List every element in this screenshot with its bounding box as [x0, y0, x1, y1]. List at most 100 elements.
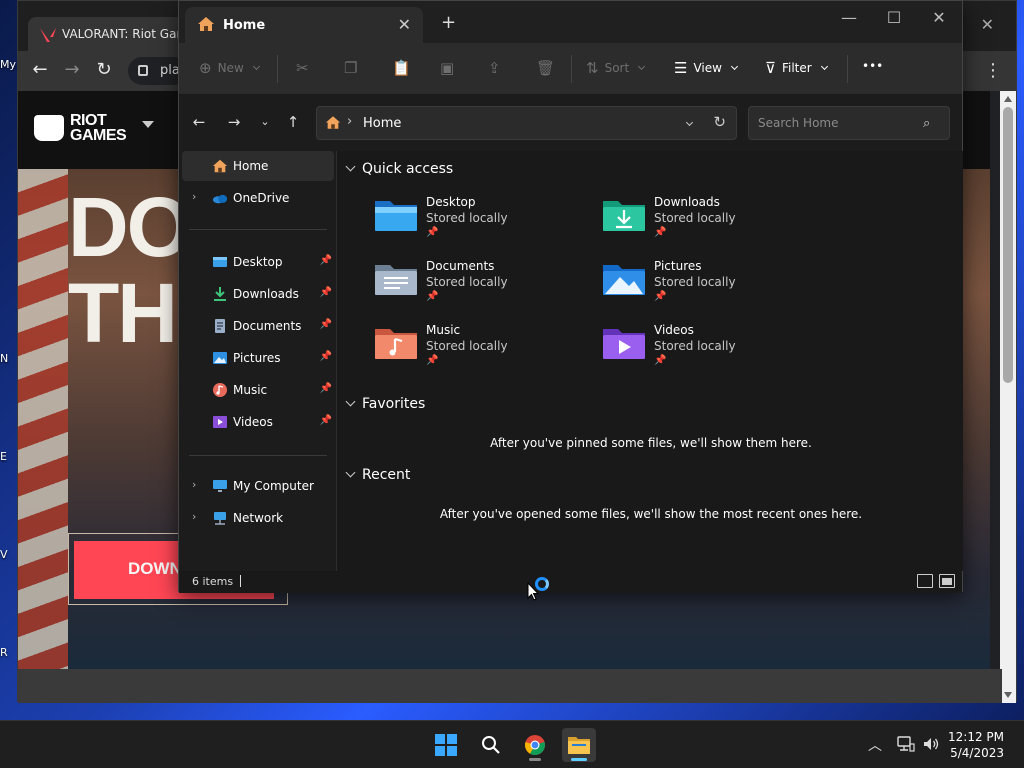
- pin-icon[interactable]: 📌: [320, 255, 332, 266]
- back-icon[interactable]: ←: [189, 113, 209, 131]
- scrollbar-thumb[interactable]: [1003, 107, 1013, 383]
- quick-access-header[interactable]: Quick access: [345, 161, 453, 177]
- browser-menu-icon[interactable]: ⋮: [984, 60, 1002, 81]
- collapse-chevron-icon[interactable]: [345, 467, 356, 478]
- quick-access-pictures[interactable]: Pictures Stored locally 📌: [602, 259, 802, 315]
- pin-icon[interactable]: 📌: [320, 319, 332, 330]
- browser-scrollbar[interactable]: [1000, 91, 1016, 703]
- copy-button[interactable]: ❐: [344, 59, 357, 77]
- file-explorer-taskbar-button[interactable]: [562, 728, 596, 762]
- sidebar-item-desktop[interactable]: Desktop 📌: [182, 247, 334, 277]
- search-icon[interactable]: ⌕: [923, 116, 930, 131]
- riot-games-logo[interactable]: RIOT GAMES: [34, 113, 127, 144]
- sort-button[interactable]: ⇅ Sort: [586, 59, 646, 77]
- sidebar-item-videos[interactable]: Videos 📌: [182, 407, 334, 437]
- tiles-view-icon[interactable]: [939, 574, 955, 588]
- scroll-down-icon[interactable]: [1004, 692, 1012, 698]
- quick-access-videos[interactable]: Videos Stored locally 📌: [602, 323, 802, 379]
- sidebar-item-label: Home: [233, 159, 269, 173]
- chrome-icon: [525, 735, 545, 756]
- breadcrumb-home[interactable]: Home: [363, 116, 401, 131]
- valorant-logo-icon: [40, 28, 56, 42]
- pin-icon: 📌: [426, 227, 439, 238]
- address-bar[interactable]: › Home ↻: [316, 106, 737, 140]
- scroll-up-icon[interactable]: [1004, 96, 1012, 102]
- collapse-chevron-icon[interactable]: [345, 161, 356, 172]
- quick-access-music[interactable]: Music Stored locally 📌: [374, 323, 574, 379]
- sidebar-item-my-computer[interactable]: › My Computer: [182, 471, 334, 501]
- browser-back-icon[interactable]: ←: [28, 59, 52, 80]
- start-button[interactable]: [429, 728, 463, 762]
- delete-button[interactable]: 🗑: [536, 59, 555, 77]
- computer-icon: [213, 480, 227, 492]
- forward-icon[interactable]: →: [224, 113, 244, 131]
- up-icon[interactable]: ↑: [283, 113, 303, 131]
- desktop-label-fragment[interactable]: R: [0, 646, 8, 659]
- minimize-icon[interactable]: —: [834, 8, 864, 27]
- desktop-label-fragment[interactable]: E: [0, 450, 7, 463]
- riot-menu-caret-icon[interactable]: [142, 121, 154, 128]
- sidebar-item-label: My Computer: [233, 479, 314, 493]
- videos-icon: [213, 416, 227, 428]
- system-clock[interactable]: 12:12 PM 5/4/2023: [948, 729, 1004, 761]
- desktop-label-fragment[interactable]: My: [0, 58, 16, 71]
- filter-button[interactable]: ⊽ Filter: [765, 59, 828, 77]
- new-tab-icon[interactable]: +: [441, 12, 456, 33]
- favorites-header[interactable]: Favorites: [345, 396, 425, 412]
- desktop-label-fragment[interactable]: N: [0, 352, 8, 365]
- more-options-button[interactable]: •••: [862, 59, 883, 73]
- quick-access-desktop[interactable]: Desktop Stored locally 📌: [374, 195, 574, 251]
- sidebar-item-pictures[interactable]: Pictures 📌: [182, 343, 334, 373]
- browser-close-icon[interactable]: ✕: [981, 15, 994, 34]
- recent-locations-icon[interactable]: ⌄: [255, 115, 275, 128]
- sidebar-item-downloads[interactable]: Downloads 📌: [182, 279, 334, 309]
- address-dropdown-icon[interactable]: [683, 114, 694, 128]
- details-view-icon[interactable]: [917, 574, 933, 588]
- maximize-icon[interactable]: ☐: [879, 8, 909, 27]
- breadcrumb-chevron-icon[interactable]: ›: [347, 114, 352, 129]
- search-input[interactable]: [748, 106, 950, 140]
- quick-access-documents[interactable]: Documents Stored locally 📌: [374, 259, 574, 315]
- expand-chevron-icon[interactable]: ›: [192, 190, 196, 203]
- refresh-icon[interactable]: ↻: [713, 113, 726, 131]
- rename-button[interactable]: ▣: [440, 59, 454, 77]
- pin-icon[interactable]: 📌: [320, 351, 332, 362]
- expand-chevron-icon[interactable]: ›: [192, 510, 196, 523]
- close-icon[interactable]: ✕: [924, 8, 954, 27]
- desktop-folder-icon: [375, 201, 417, 231]
- network-tray-icon[interactable]: [897, 736, 915, 752]
- desktop-label-fragment[interactable]: V: [0, 548, 8, 561]
- pictures-folder-icon: [603, 265, 645, 295]
- browser-forward-icon[interactable]: →: [60, 59, 84, 80]
- new-button[interactable]: ⊕ New: [199, 59, 260, 77]
- sidebar-item-label: Documents: [233, 319, 302, 333]
- pin-icon[interactable]: 📌: [320, 383, 332, 394]
- recent-header[interactable]: Recent: [345, 467, 410, 483]
- section-title: Favorites: [362, 396, 426, 412]
- search-button[interactable]: [474, 728, 508, 762]
- view-button[interactable]: ☰ View: [674, 59, 738, 77]
- sidebar-item-home[interactable]: Home: [182, 151, 334, 181]
- tab-close-icon[interactable]: ✕: [398, 15, 411, 34]
- cut-button[interactable]: ✂: [296, 59, 309, 77]
- chrome-taskbar-button[interactable]: [518, 728, 552, 762]
- pin-icon[interactable]: 📌: [320, 415, 332, 426]
- section-title: Recent: [362, 467, 411, 483]
- paste-button[interactable]: 📋: [392, 59, 411, 77]
- quick-access-downloads[interactable]: Downloads Stored locally 📌: [602, 195, 802, 251]
- navigation-pane: Home › OneDrive Desktop 📌 Downloads 📌 Do…: [179, 151, 337, 571]
- volume-icon[interactable]: [922, 736, 940, 752]
- sidebar-item-network[interactable]: › Network: [182, 503, 334, 533]
- pin-icon[interactable]: 📌: [320, 287, 332, 298]
- share-button[interactable]: ⇪: [488, 59, 501, 77]
- browser-reload-icon[interactable]: ↻: [92, 59, 116, 80]
- sidebar-item-onedrive[interactable]: › OneDrive: [182, 183, 334, 213]
- explorer-tab-home[interactable]: Home ✕: [185, 7, 423, 43]
- hero-pole-decoration: [18, 169, 68, 669]
- expand-chevron-icon[interactable]: ›: [192, 478, 196, 491]
- pin-icon: 📌: [426, 291, 439, 302]
- show-hidden-icons-icon[interactable]: ︿: [868, 735, 882, 755]
- collapse-chevron-icon[interactable]: [345, 396, 356, 407]
- sidebar-item-music[interactable]: Music 📌: [182, 375, 334, 405]
- sidebar-item-documents[interactable]: Documents 📌: [182, 311, 334, 341]
